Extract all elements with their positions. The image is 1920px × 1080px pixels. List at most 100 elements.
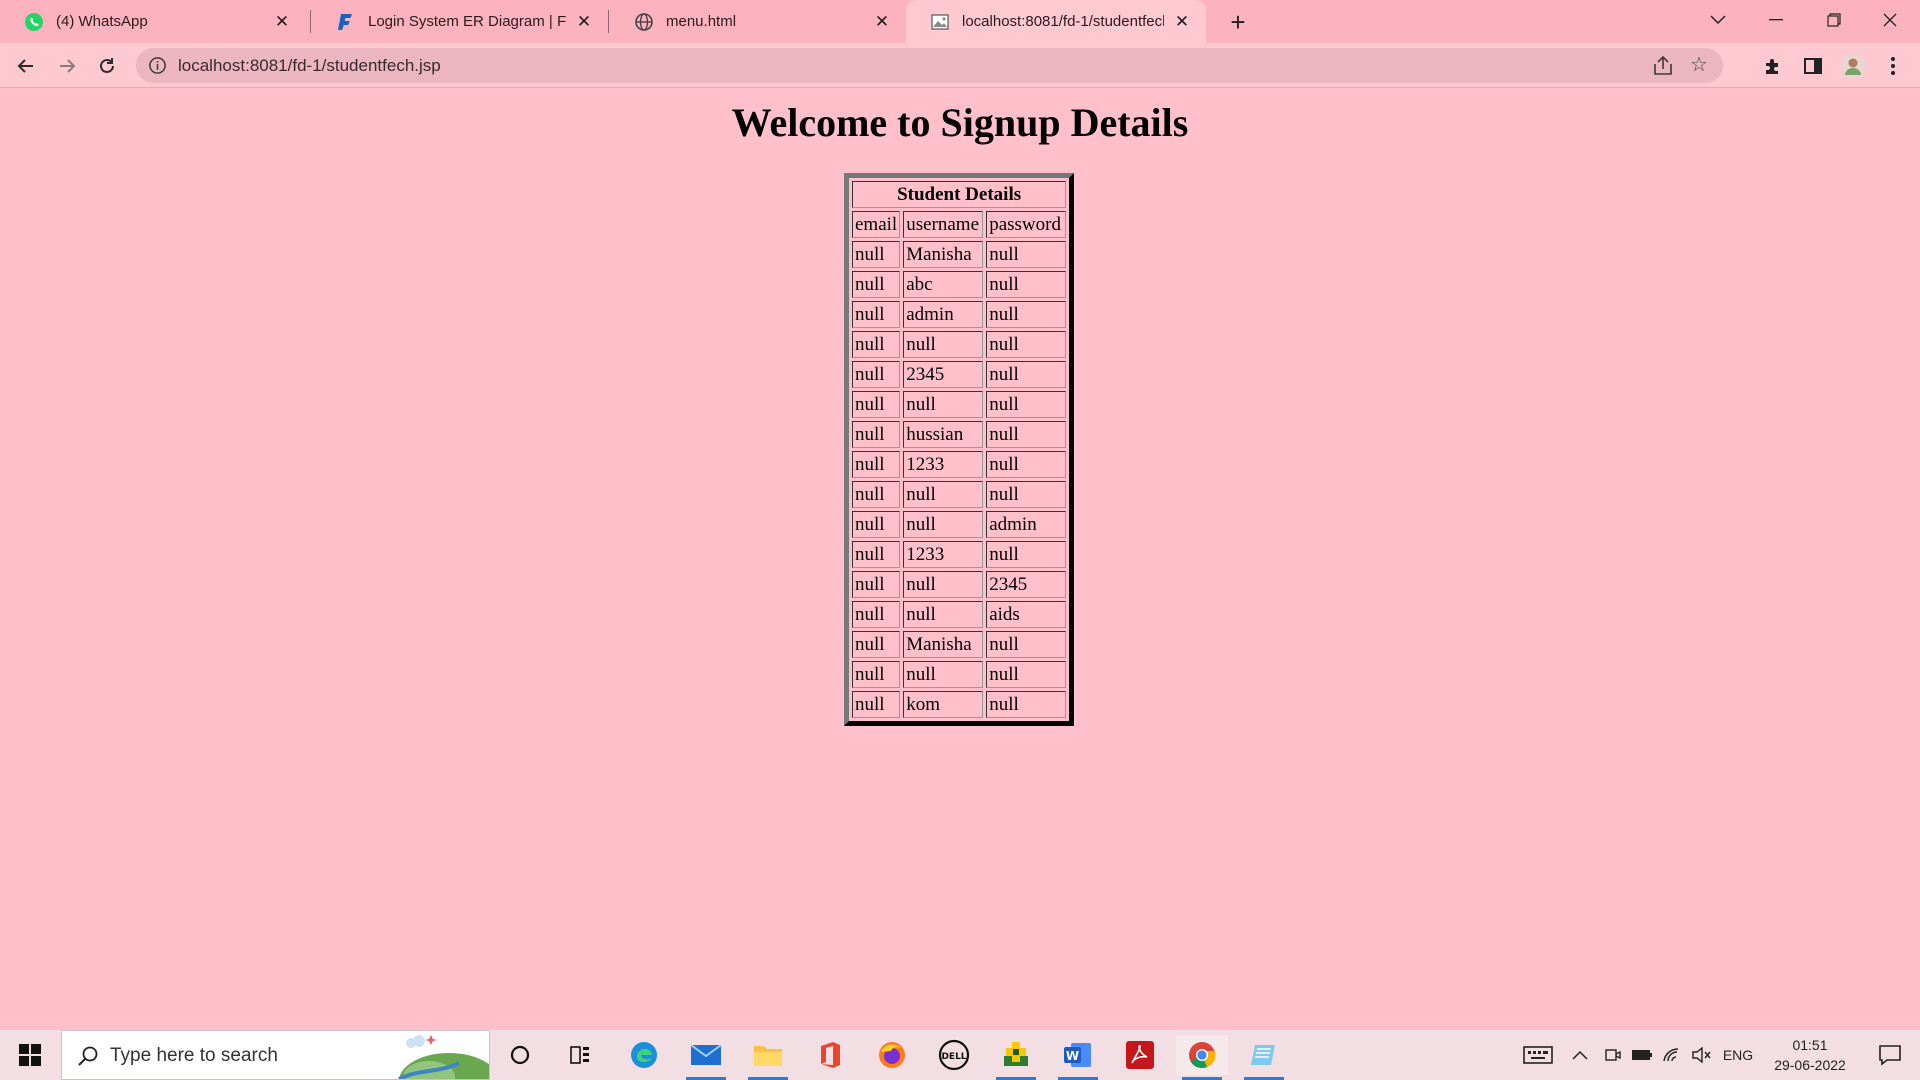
- cell-email: null: [852, 331, 901, 358]
- chrome-icon: [1189, 1042, 1216, 1069]
- table-row: null null aids: [852, 601, 1067, 628]
- taskbar-notepad[interactable]: [1238, 1035, 1290, 1080]
- table-body: null Manisha null null abc null null admin null n…: [852, 241, 1067, 718]
- taskbar-app-green[interactable]: [990, 1035, 1042, 1080]
- forward-button[interactable]: [51, 50, 83, 82]
- cell-username: kom: [903, 691, 984, 718]
- cell-username: abc: [903, 271, 984, 298]
- forward-arrow-icon: [60, 59, 76, 73]
- cell-email: null: [852, 241, 901, 268]
- share-icon[interactable]: [1651, 54, 1675, 78]
- taskbar-clock[interactable]: 01:51 29-06-2022: [1762, 1035, 1858, 1075]
- page-icon: [930, 12, 950, 32]
- tab-title: Login System ER Diagram | FreeP: [368, 13, 566, 30]
- cell-password: null: [986, 421, 1067, 448]
- task-view-icon: [570, 1046, 589, 1064]
- green-cross-app-icon: [1004, 1042, 1028, 1066]
- cell-username: 1233: [903, 451, 984, 478]
- cell-username: null: [903, 571, 984, 598]
- whatsapp-icon: [24, 12, 44, 32]
- bookmark-star-icon[interactable]: ☆: [1687, 53, 1711, 77]
- close-icon[interactable]: ✕: [272, 12, 292, 32]
- taskbar-search-box[interactable]: Type here to search: [61, 1030, 490, 1080]
- cell-email: null: [852, 421, 901, 448]
- cell-email: null: [852, 541, 901, 568]
- tray-network[interactable]: [1658, 1030, 1686, 1080]
- tab-whatsapp[interactable]: (4) WhatsApp ✕: [0, 0, 306, 43]
- side-panel-button[interactable]: [1797, 50, 1829, 82]
- extensions-button[interactable]: [1757, 50, 1789, 82]
- notification-icon: [1879, 1045, 1901, 1066]
- table-row: null Manisha null: [852, 631, 1067, 658]
- cell-email: null: [852, 511, 901, 538]
- cortana-button[interactable]: [494, 1035, 546, 1075]
- page-content: Welcome to Signup Details Student Detail…: [0, 89, 1920, 1030]
- tray-battery[interactable]: [1628, 1030, 1656, 1080]
- firefox-icon: [879, 1042, 905, 1068]
- new-tab-button[interactable]: +: [1222, 6, 1254, 38]
- restore-button[interactable]: [1806, 0, 1862, 40]
- page-title: Welcome to Signup Details: [731, 100, 1189, 145]
- taskbar-file-explorer[interactable]: [742, 1035, 794, 1080]
- taskbar-acrobat[interactable]: [1114, 1035, 1166, 1075]
- windows-logo-icon: [19, 1044, 41, 1066]
- close-icon[interactable]: ✕: [1172, 12, 1192, 32]
- tab-er-diagram[interactable]: Login System ER Diagram | FreeP ✕: [312, 0, 608, 43]
- close-window-button[interactable]: [1862, 0, 1918, 40]
- minimize-button[interactable]: [1748, 0, 1804, 40]
- address-bar[interactable]: localhost:8081/fd-1/studentfech.jsp ☆: [136, 48, 1723, 83]
- back-button[interactable]: [10, 50, 42, 82]
- tray-meet[interactable]: [1600, 1030, 1626, 1080]
- cell-username: null: [903, 511, 984, 538]
- close-icon[interactable]: ✕: [574, 12, 594, 32]
- info-icon[interactable]: [148, 56, 167, 75]
- cell-password: null: [986, 661, 1067, 688]
- tab-separator: [608, 10, 609, 33]
- cell-password: null: [986, 241, 1067, 268]
- url-text[interactable]: localhost:8081/fd-1/studentfech.jsp: [178, 56, 441, 76]
- tab-menu-html[interactable]: menu.html ✕: [610, 0, 906, 43]
- student-details-table: Student Details email username password …: [844, 173, 1075, 726]
- student-details-table-wrapper: Student Details email username password …: [844, 173, 1075, 726]
- tab-search-chevron-icon[interactable]: [1690, 0, 1746, 40]
- browser-toolbar: localhost:8081/fd-1/studentfech.jsp ☆: [0, 43, 1920, 88]
- cell-username: hussian: [903, 421, 984, 448]
- volume-muted-icon: [1692, 1047, 1711, 1063]
- cell-email: null: [852, 301, 901, 328]
- tab-studentfech[interactable]: localhost:8081/fd-1/studentfech.j ✕: [906, 0, 1206, 43]
- tray-volume[interactable]: [1688, 1030, 1716, 1080]
- table-row: null 1233 null: [852, 451, 1067, 478]
- cell-email: null: [852, 481, 901, 508]
- cell-username: Manisha: [903, 631, 984, 658]
- taskbar-firefox[interactable]: [866, 1035, 918, 1075]
- taskbar-office[interactable]: [804, 1035, 856, 1075]
- task-view-button[interactable]: [554, 1035, 606, 1075]
- table-caption: Student Details: [852, 181, 1067, 208]
- tray-show-hidden[interactable]: [1568, 1030, 1592, 1080]
- taskbar-word[interactable]: W: [1052, 1035, 1104, 1080]
- cell-username: Manisha: [903, 241, 984, 268]
- taskbar-dell[interactable]: DELL: [928, 1035, 980, 1075]
- taskbar-mail[interactable]: [680, 1035, 732, 1080]
- start-button[interactable]: [0, 1030, 60, 1080]
- reload-button[interactable]: [91, 50, 123, 82]
- cell-username: null: [903, 331, 984, 358]
- tab-title: localhost:8081/fd-1/studentfech.j: [962, 13, 1164, 30]
- table-row: null null null: [852, 661, 1067, 688]
- taskbar-edge[interactable]: [618, 1035, 670, 1075]
- clock-date: 29-06-2022: [1774, 1057, 1846, 1073]
- cell-username: admin: [903, 301, 984, 328]
- profile-avatar[interactable]: [1837, 50, 1869, 82]
- tray-language[interactable]: ENG: [1718, 1030, 1758, 1080]
- column-header-password: password: [986, 211, 1067, 238]
- close-icon[interactable]: ✕: [872, 12, 892, 32]
- wifi-icon: [1663, 1048, 1679, 1062]
- camera-icon: [1605, 1049, 1621, 1061]
- menu-button[interactable]: [1877, 50, 1909, 82]
- tray-notifications[interactable]: [1860, 1030, 1920, 1080]
- table-row: null abc null: [852, 271, 1067, 298]
- tray-keyboard[interactable]: [1516, 1030, 1560, 1080]
- cell-email: null: [852, 661, 901, 688]
- taskbar-chrome[interactable]: [1176, 1035, 1228, 1080]
- table-row: null 2345 null: [852, 361, 1067, 388]
